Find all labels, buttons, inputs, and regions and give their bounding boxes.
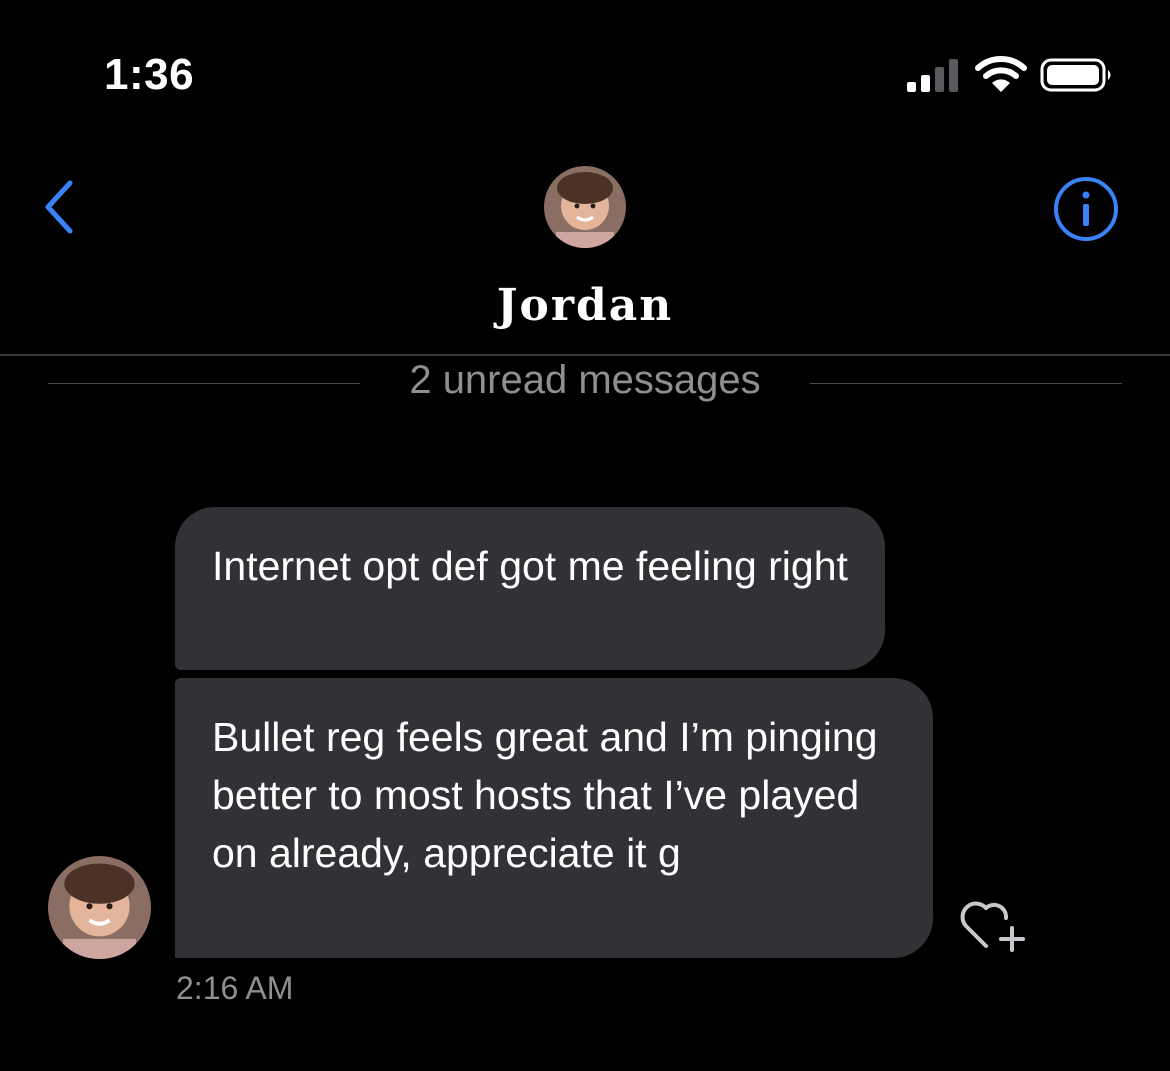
sender-avatar[interactable] — [48, 856, 151, 959]
info-button[interactable] — [1053, 176, 1119, 242]
wifi-icon — [975, 56, 1027, 92]
message-bubble[interactable]: Bullet reg feels great and I’m pinging b… — [175, 678, 933, 958]
header-divider — [0, 354, 1170, 356]
unread-divider-right — [810, 383, 1122, 384]
unread-messages-label: 2 unread messages — [409, 358, 761, 402]
contact-avatar[interactable] — [544, 166, 626, 248]
unread-divider-left — [48, 383, 360, 384]
back-button[interactable] — [40, 178, 80, 236]
heart-plus-icon[interactable] — [958, 892, 1030, 954]
contact-name[interactable]: Jordan — [0, 280, 1170, 331]
avatar-photo — [544, 166, 626, 248]
avatar-photo — [48, 856, 151, 959]
message-bubble[interactable]: Internet opt def got me feeling right — [175, 507, 885, 670]
battery-icon — [1040, 58, 1111, 92]
message-timestamp: 2:16 AM — [176, 970, 294, 1006]
status-time: 1:36 — [104, 50, 195, 99]
cellular-signal-icon — [907, 59, 958, 92]
